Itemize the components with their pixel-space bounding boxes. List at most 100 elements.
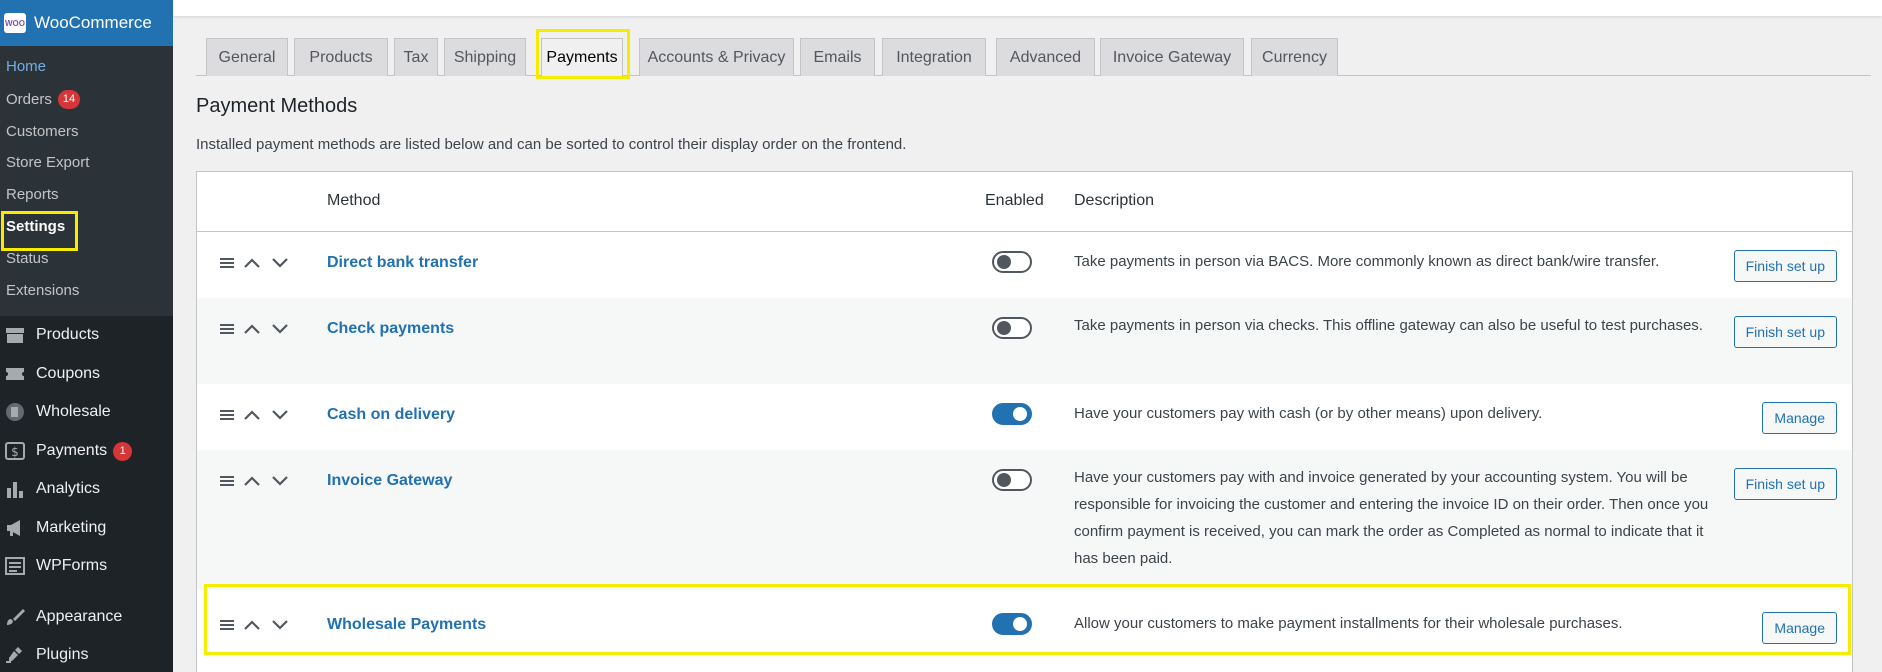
move-up-icon[interactable] — [242, 256, 262, 270]
settings-highlight-box — [1, 211, 78, 251]
svg-text:$: $ — [11, 445, 19, 459]
table-row: Check payments Take payments in person v… — [197, 298, 1852, 384]
move-down-icon[interactable] — [270, 408, 290, 422]
enabled-toggle[interactable] — [992, 251, 1032, 273]
submenu-reports[interactable]: Reports — [6, 186, 59, 203]
finish-set-up-button[interactable]: Finish set up — [1733, 468, 1837, 500]
page-description: Installed payment methods are listed bel… — [196, 136, 907, 153]
table-row: Direct bank transfer Take payments in pe… — [197, 232, 1852, 298]
bar-chart-icon — [4, 479, 26, 499]
tab-tax[interactable]: Tax — [394, 38, 438, 76]
orders-count-badge: 14 — [57, 90, 81, 109]
drag-handle-icon[interactable] — [220, 257, 234, 269]
payments-count-badge: 1 — [113, 441, 133, 461]
menu-payments-label: Payments — [36, 442, 108, 459]
submenu-orders[interactable]: Orders 14 — [6, 90, 81, 109]
submenu-customers[interactable]: Customers — [6, 123, 79, 140]
tab-currency-label: Currency — [1262, 48, 1327, 66]
menu-appearance[interactable]: Appearance — [0, 601, 173, 633]
menu-marketing-label: Marketing — [36, 519, 107, 536]
move-down-icon[interactable] — [270, 256, 290, 270]
method-description: Have your customers pay with cash (or by… — [1074, 405, 1543, 422]
method-description: Take payments in person via checks. This… — [1074, 317, 1703, 334]
method-description: Have your customers pay with and invoice… — [1074, 469, 1709, 567]
menu-wholesale[interactable]: Wholesale — [0, 396, 173, 428]
tab-advanced-label: Advanced — [1009, 48, 1082, 66]
menu-coupons[interactable]: Coupons — [0, 358, 173, 390]
archive-icon — [4, 325, 26, 345]
toggle-knob — [997, 321, 1011, 335]
drag-handle-icon[interactable] — [220, 475, 234, 487]
manage-button[interactable]: Manage — [1762, 402, 1837, 434]
drag-handle-icon[interactable] — [220, 323, 234, 335]
menu-plugins[interactable]: Plugins — [0, 639, 173, 671]
tab-general-label: General — [218, 48, 276, 66]
move-down-icon[interactable] — [270, 474, 290, 488]
tab-advanced[interactable]: Advanced — [996, 38, 1095, 76]
menu-analytics-label: Analytics — [36, 480, 101, 497]
menu-wpforms[interactable]: WPForms — [0, 550, 173, 582]
method-link-direct-bank-transfer[interactable]: Direct bank transfer — [327, 254, 478, 272]
enabled-toggle[interactable] — [992, 403, 1032, 425]
settings-tabs: General Products Tax Shipping Payments A… — [196, 38, 1871, 77]
method-link-invoice-gateway[interactable]: Invoice Gateway — [327, 472, 452, 490]
toggle-knob — [1013, 407, 1027, 421]
tab-accounts-privacy-label: Accounts & Privacy — [647, 48, 786, 66]
move-down-icon[interactable] — [270, 322, 290, 336]
tab-accounts-privacy[interactable]: Accounts & Privacy — [639, 38, 794, 76]
tab-integration[interactable]: Integration — [882, 38, 986, 76]
admin-sidebar: WOO WooCommerce Home Orders 14 Customers … — [0, 0, 173, 672]
move-up-icon[interactable] — [242, 474, 262, 488]
tab-invoice-gateway-label: Invoice Gateway — [1112, 48, 1232, 66]
move-up-icon[interactable] — [242, 322, 262, 336]
finish-set-up-button[interactable]: Finish set up — [1733, 250, 1837, 282]
method-link-check-payments[interactable]: Check payments — [327, 320, 454, 338]
dollar-icon: $ — [4, 441, 26, 461]
wholesale-row-highlight-box — [204, 584, 1851, 655]
tab-currency[interactable]: Currency — [1251, 38, 1338, 76]
submenu-home-label: Home — [6, 58, 47, 75]
drag-handle-icon[interactable] — [220, 409, 234, 421]
menu-analytics[interactable]: Analytics — [0, 473, 173, 505]
menu-products[interactable]: Products — [0, 319, 173, 351]
table-row: Cash on delivery Have your customers pay… — [197, 384, 1852, 450]
submenu-extensions-label: Extensions — [6, 282, 80, 299]
tab-general[interactable]: General — [206, 38, 288, 76]
tab-shipping[interactable]: Shipping — [444, 38, 526, 76]
submenu-status[interactable]: Status — [6, 250, 49, 267]
paintbrush-icon — [4, 607, 26, 627]
submenu-store-export[interactable]: Store Export — [6, 154, 89, 171]
menu-products-label: Products — [36, 326, 100, 343]
menu-payments[interactable]: $ Payments 1 — [0, 435, 173, 467]
toggle-knob — [997, 473, 1011, 487]
page-title: Payment Methods — [196, 95, 358, 117]
method-link-cash-on-delivery[interactable]: Cash on delivery — [327, 406, 455, 424]
menu-marketing[interactable]: Marketing — [0, 512, 173, 544]
plug-icon — [4, 645, 26, 665]
method-description: Take payments in person via BACS. More c… — [1074, 253, 1660, 270]
tab-shipping-label: Shipping — [453, 48, 517, 66]
ticket-icon — [4, 364, 26, 384]
megaphone-icon — [4, 518, 26, 538]
finish-set-up-button[interactable]: Finish set up — [1733, 316, 1837, 348]
menu-wpforms-label: WPForms — [36, 557, 108, 574]
payments-tab-highlight-box — [536, 29, 630, 79]
move-up-icon[interactable] — [242, 408, 262, 422]
menu-wholesale-label: Wholesale — [36, 403, 111, 420]
submenu-status-label: Status — [6, 250, 49, 267]
tab-emails-label: Emails — [813, 48, 862, 66]
tab-emails[interactable]: Emails — [800, 38, 875, 76]
woocommerce-menu-header[interactable]: WOO WooCommerce — [0, 0, 173, 46]
submenu-extensions[interactable]: Extensions — [6, 282, 79, 299]
tab-products[interactable]: Products — [294, 38, 388, 76]
tab-invoice-gateway[interactable]: Invoice Gateway — [1100, 38, 1244, 76]
woocommerce-menu-label: WooCommerce — [34, 13, 152, 32]
menu-appearance-label: Appearance — [36, 608, 123, 625]
wholesale-icon — [4, 402, 26, 422]
toggle-knob — [997, 255, 1011, 269]
menu-coupons-label: Coupons — [36, 365, 101, 382]
tab-tax-label: Tax — [403, 48, 429, 66]
enabled-toggle[interactable] — [992, 317, 1032, 339]
enabled-toggle[interactable] — [992, 469, 1032, 491]
submenu-home[interactable]: Home — [6, 58, 46, 75]
